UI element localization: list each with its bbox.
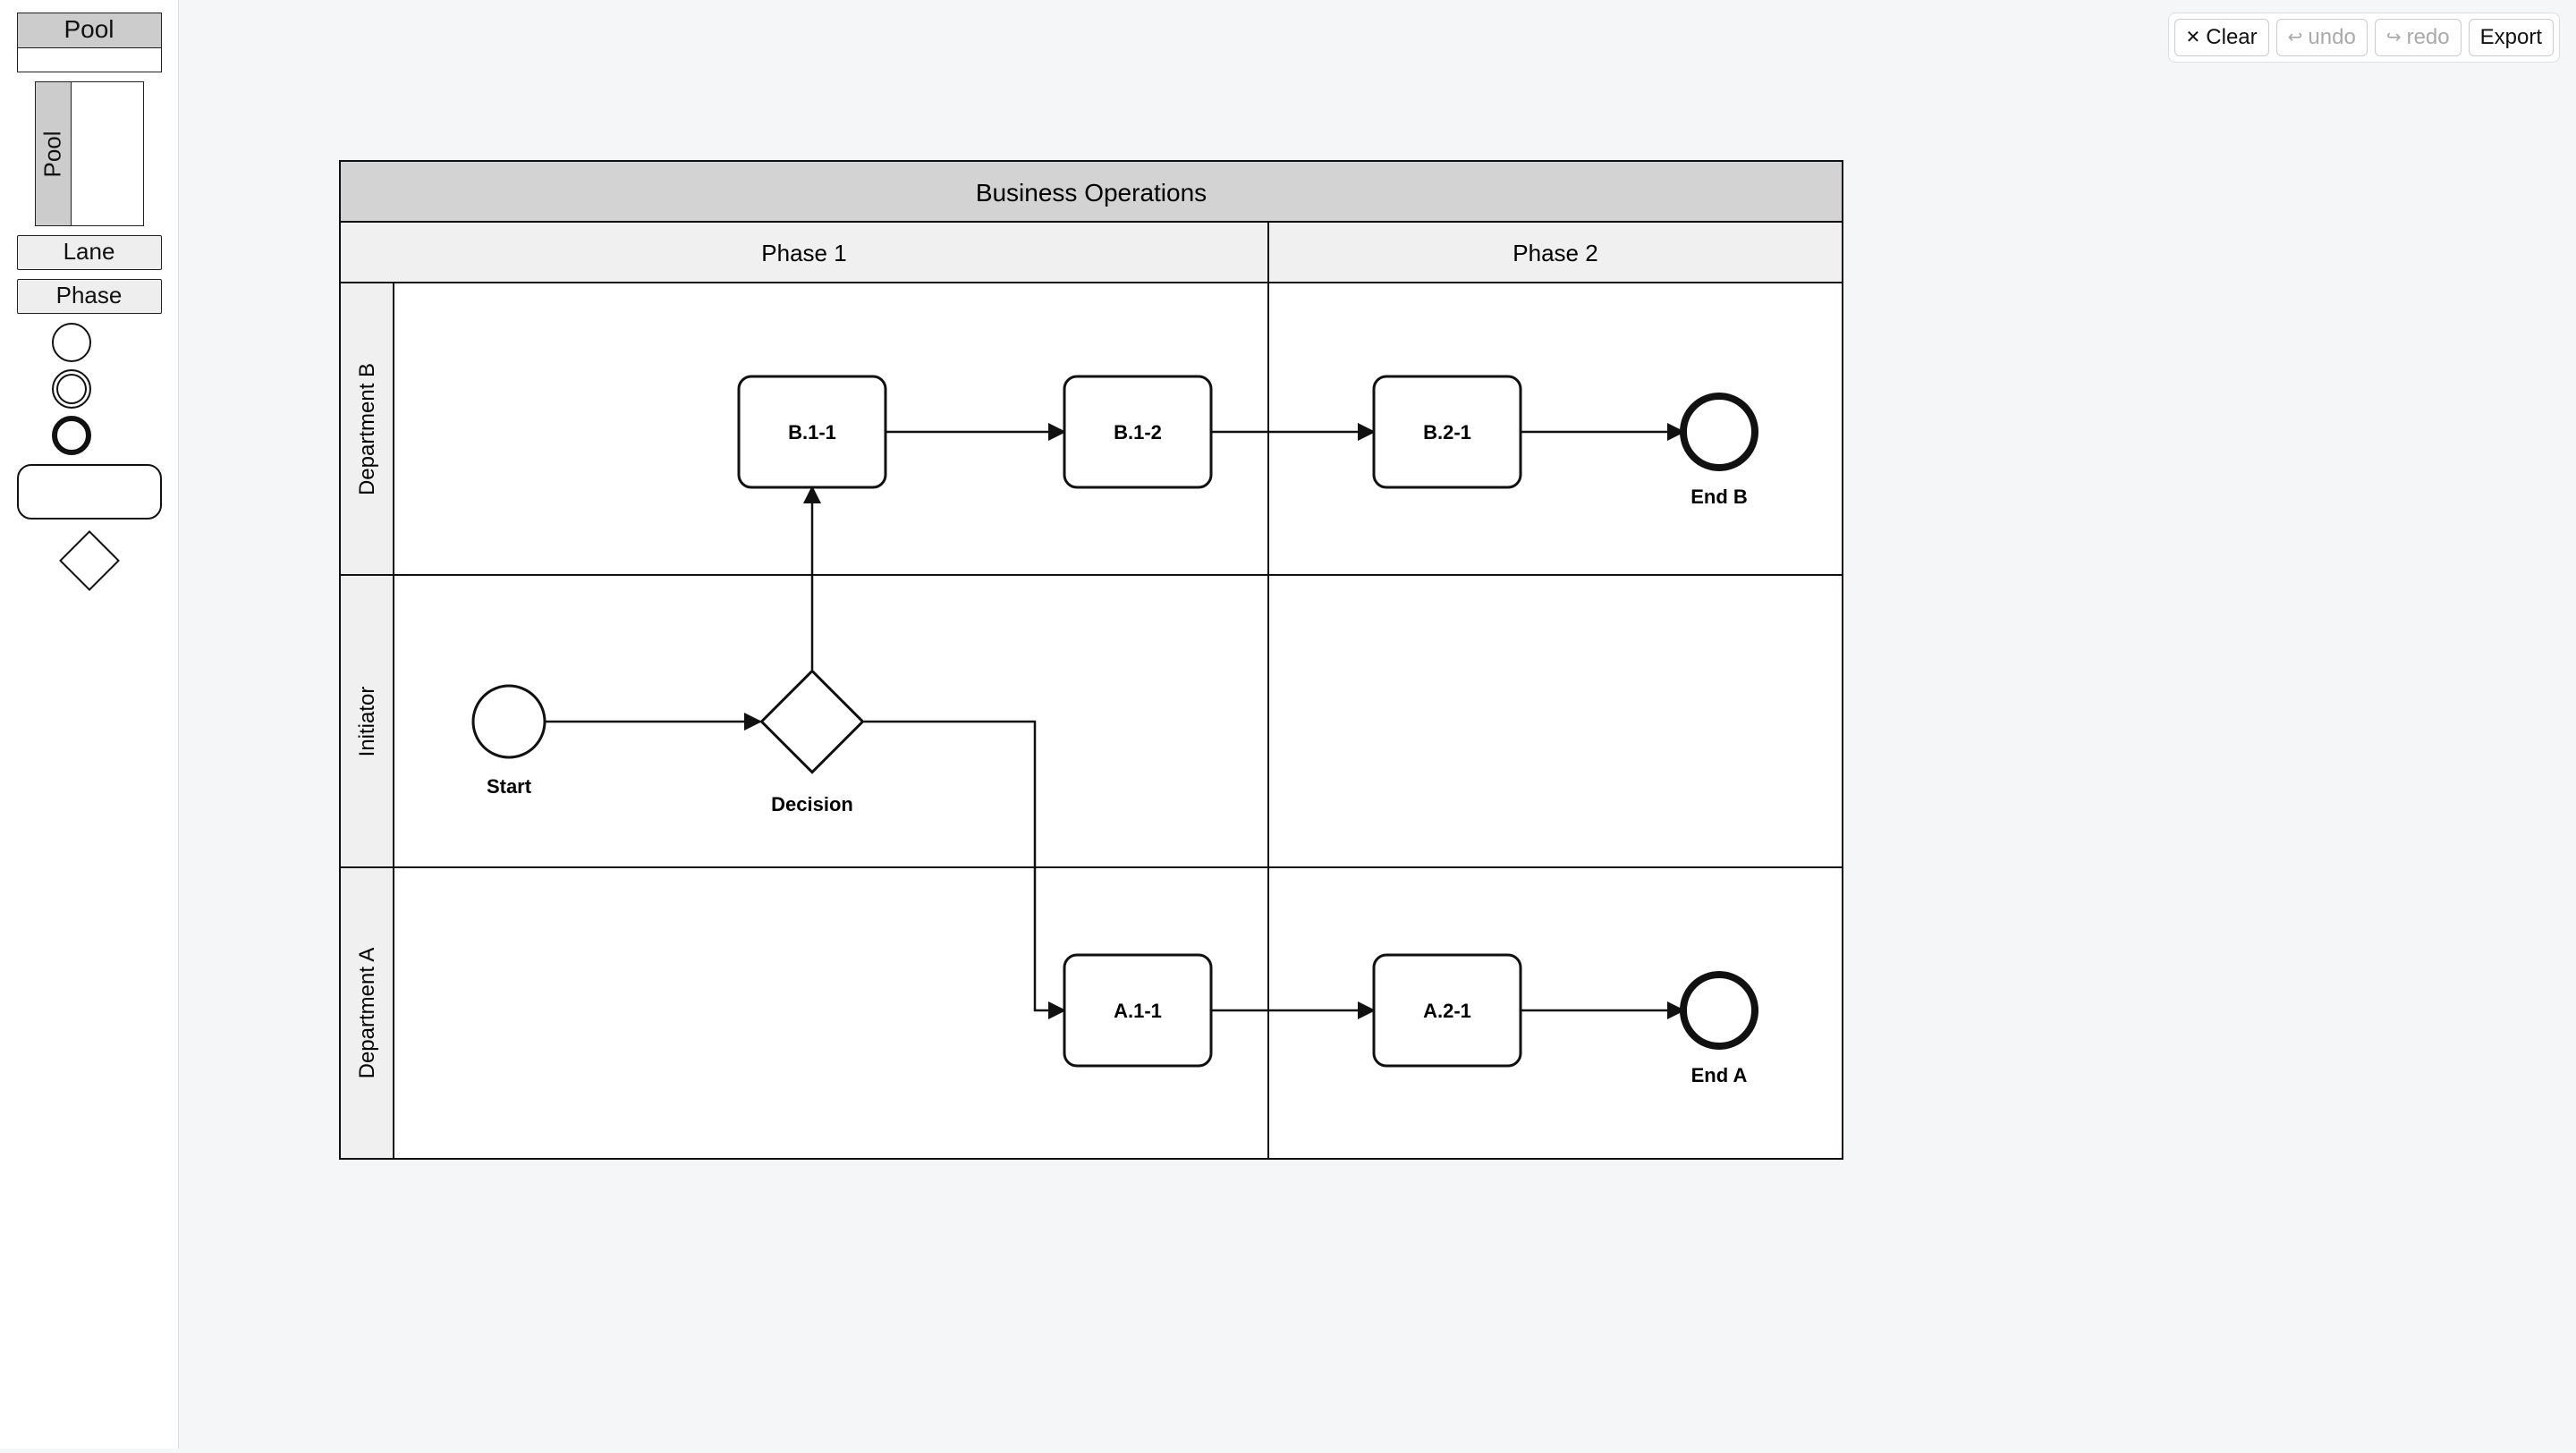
palette-horizontal-pool-label: Pool — [18, 13, 161, 48]
palette-vertical-pool[interactable]: Pool — [35, 81, 144, 226]
shape-palette: Pool Pool Lane Phase — [0, 0, 179, 1449]
palette-vertical-pool-label: Pool — [39, 131, 67, 177]
diagram-svg: Business Operations Phase 1 Phase 2 Depa… — [179, 0, 2576, 1449]
palette-lane[interactable]: Lane — [17, 235, 162, 270]
palette-task[interactable] — [17, 464, 162, 520]
palette-phase[interactable]: Phase — [17, 279, 162, 314]
node-end-a[interactable]: End A — [1683, 975, 1755, 1086]
node-end-b-label: End B — [1690, 486, 1748, 508]
phase-2-label[interactable]: Phase 2 — [1513, 240, 1597, 266]
node-a21-label: A.2-1 — [1423, 1000, 1471, 1022]
node-b11-label: B.1-1 — [788, 421, 836, 444]
palette-horizontal-pool[interactable]: Pool — [17, 13, 162, 72]
palette-start-event[interactable] — [52, 323, 91, 362]
pool-title: Business Operations — [976, 179, 1207, 207]
palette-intermediate-event[interactable] — [52, 369, 91, 409]
app-root: Pool Pool Lane Phase ✕ Clear — [0, 0, 2576, 1449]
node-a21[interactable]: A.2-1 — [1374, 955, 1521, 1066]
lane-department-a-label[interactable]: Department A — [355, 948, 379, 1079]
node-end-a-label: End A — [1691, 1064, 1748, 1086]
node-b12-label: B.1-2 — [1114, 421, 1162, 444]
node-b21-label: B.2-1 — [1423, 421, 1471, 444]
node-b21[interactable]: B.2-1 — [1374, 376, 1521, 487]
node-end-b[interactable]: End B — [1683, 396, 1755, 508]
node-b12[interactable]: B.1-2 — [1064, 376, 1211, 487]
node-a11-label: A.1-1 — [1114, 1000, 1162, 1022]
diagram-canvas[interactable]: Business Operations Phase 1 Phase 2 Depa… — [179, 0, 2576, 1449]
lane-initiator-label[interactable]: Initiator — [355, 687, 379, 757]
palette-lane-label: Lane — [64, 238, 115, 265]
phase-1-label[interactable]: Phase 1 — [761, 240, 846, 266]
node-start-label: Start — [487, 775, 532, 798]
node-decision-label: Decision — [771, 793, 853, 815]
palette-phase-label: Phase — [56, 282, 123, 308]
lane-department-b-label[interactable]: Department B — [355, 363, 379, 495]
node-a11[interactable]: A.1-1 — [1064, 955, 1211, 1066]
palette-end-event[interactable] — [52, 416, 91, 455]
palette-gateway[interactable] — [61, 532, 118, 589]
node-b11[interactable]: B.1-1 — [739, 376, 886, 487]
